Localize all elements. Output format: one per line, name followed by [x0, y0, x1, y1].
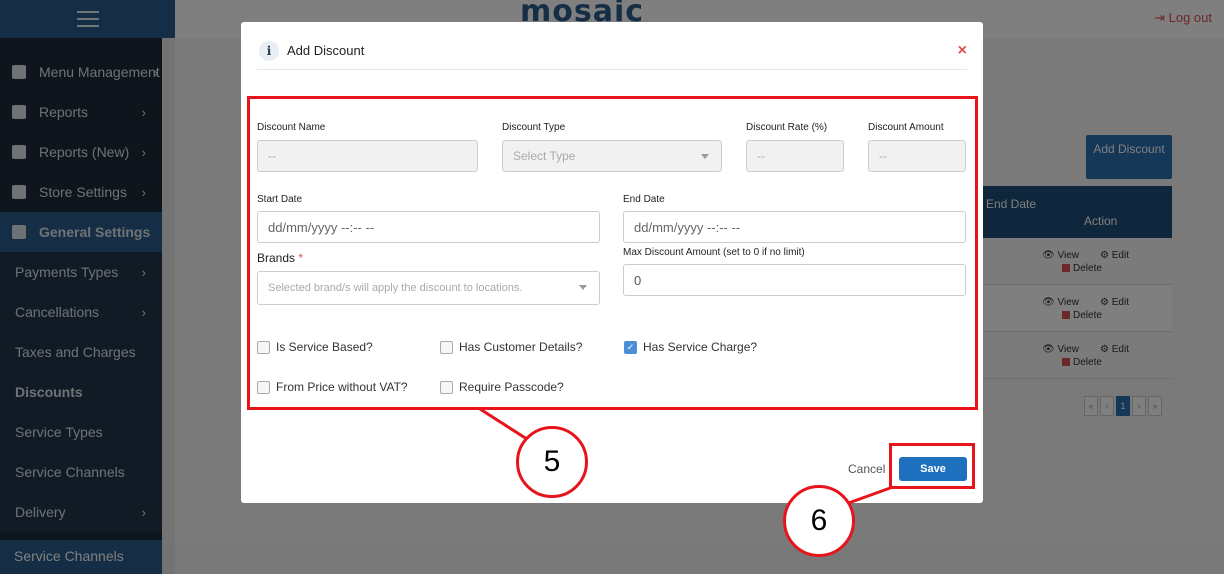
- leader-line-5: [479, 407, 531, 443]
- leader-line-6: [842, 485, 894, 507]
- step-5-callout: 5: [516, 426, 588, 498]
- step-6-callout: 6: [783, 485, 855, 557]
- annotation-leader-lines: [479, 407, 894, 507]
